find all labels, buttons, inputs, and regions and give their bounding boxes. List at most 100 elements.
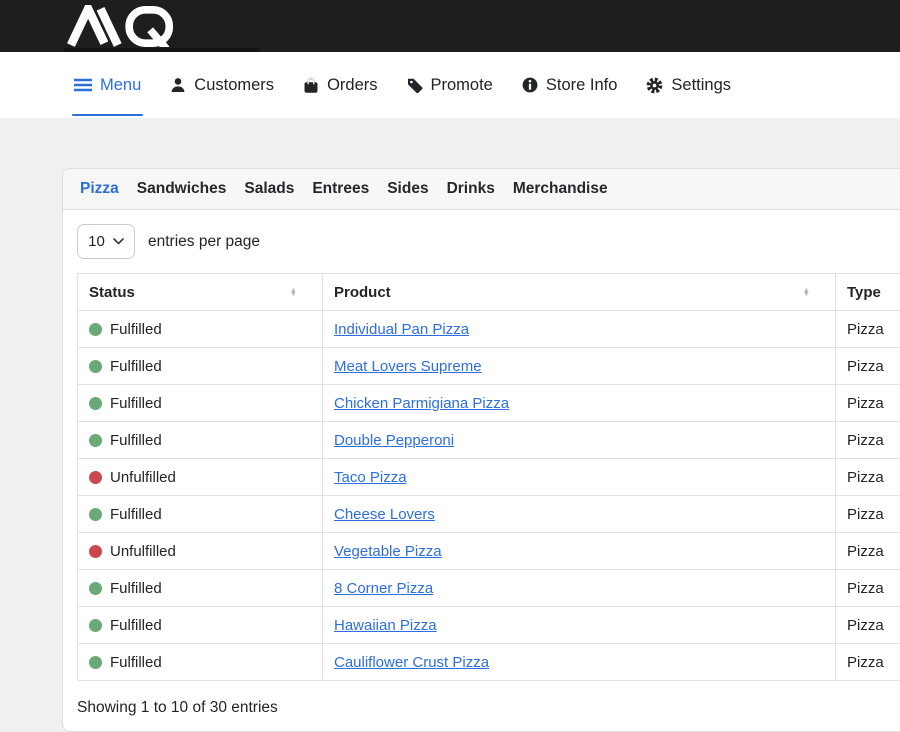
tab-sandwiches[interactable]: Sandwiches (137, 180, 227, 198)
type-cell: Pizza (836, 311, 900, 348)
status-label: Fulfilled (110, 321, 162, 338)
status-dot (89, 434, 102, 447)
nav-label: Customers (194, 76, 274, 95)
table-row: Unfulfilled Taco Pizza Pizza (78, 459, 900, 496)
table-summary: Showing 1 to 10 of 30 entries (77, 699, 900, 717)
sort-icon[interactable]: ▲▼ (290, 288, 311, 297)
status-dot (89, 545, 102, 558)
status-label: Fulfilled (110, 395, 162, 412)
product-cell: Chicken Parmigiana Pizza (323, 385, 836, 422)
product-link[interactable]: Individual Pan Pizza (334, 321, 469, 338)
status-cell: Fulfilled (78, 496, 323, 533)
tab-sides[interactable]: Sides (387, 180, 428, 198)
type-cell: Pizza (836, 422, 900, 459)
status-label: Fulfilled (110, 358, 162, 375)
status-cell: Fulfilled (78, 570, 323, 607)
nav-item-promote[interactable]: Promote (407, 52, 493, 118)
nav-item-menu[interactable]: Menu (74, 52, 141, 118)
product-cell: Hawaiian Pizza (323, 607, 836, 644)
app-logo (66, 5, 179, 47)
status-cell: Fulfilled (78, 385, 323, 422)
nav-item-settings[interactable]: Settings (646, 52, 731, 118)
type-cell: Pizza (836, 385, 900, 422)
product-link[interactable]: Meat Lovers Supreme (334, 358, 482, 375)
column-header-status[interactable]: Status ▲▼ (78, 274, 323, 311)
type-cell: Pizza (836, 570, 900, 607)
table-row: Fulfilled Double Pepperoni Pizza (78, 422, 900, 459)
menu-card: Pizza Sandwiches Salads Entrees Sides Dr… (62, 168, 900, 732)
product-cell: Taco Pizza (323, 459, 836, 496)
status-cell: Fulfilled (78, 422, 323, 459)
status-dot (89, 508, 102, 521)
product-cell: Cauliflower Crust Pizza (323, 644, 836, 681)
product-cell: Cheese Lovers (323, 496, 836, 533)
status-cell: Fulfilled (78, 311, 323, 348)
status-dot (89, 471, 102, 484)
type-cell: Pizza (836, 533, 900, 570)
product-link[interactable]: Taco Pizza (334, 469, 407, 486)
product-link[interactable]: Cauliflower Crust Pizza (334, 654, 489, 671)
product-cell: Vegetable Pizza (323, 533, 836, 570)
tab-drinks[interactable]: Drinks (447, 180, 495, 198)
tag-icon (407, 77, 423, 93)
status-label: Unfulfilled (110, 543, 176, 560)
tab-merchandise[interactable]: Merchandise (513, 180, 608, 198)
status-label: Fulfilled (110, 432, 162, 449)
chevron-down-icon (113, 238, 124, 245)
type-cell: Pizza (836, 644, 900, 681)
type-cell: Pizza (836, 496, 900, 533)
table-row: Fulfilled Cheese Lovers Pizza (78, 496, 900, 533)
app-header (0, 0, 900, 52)
nav-item-orders[interactable]: Orders (303, 52, 377, 118)
nav-label: Store Info (546, 76, 618, 95)
table-body: Fulfilled Individual Pan Pizza Pizza Ful… (78, 311, 900, 681)
status-label: Fulfilled (110, 506, 162, 523)
table-row: Fulfilled Hawaiian Pizza Pizza (78, 607, 900, 644)
tab-entrees[interactable]: Entrees (312, 180, 369, 198)
table-row: Fulfilled 8 Corner Pizza Pizza (78, 570, 900, 607)
product-link[interactable]: Vegetable Pizza (334, 543, 442, 560)
sort-icon[interactable]: ▲▼ (803, 288, 824, 297)
status-dot (89, 397, 102, 410)
table-row: Fulfilled Meat Lovers Supreme Pizza (78, 348, 900, 385)
product-cell: Individual Pan Pizza (323, 311, 836, 348)
bag-icon (303, 77, 319, 94)
status-cell: Unfulfilled (78, 533, 323, 570)
status-dot (89, 323, 102, 336)
product-link[interactable]: Chicken Parmigiana Pizza (334, 395, 509, 412)
status-label: Fulfilled (110, 617, 162, 634)
status-dot (89, 582, 102, 595)
status-dot (89, 656, 102, 669)
table-row: Unfulfilled Vegetable Pizza Pizza (78, 533, 900, 570)
product-link[interactable]: Hawaiian Pizza (334, 617, 437, 634)
type-cell: Pizza (836, 607, 900, 644)
type-cell: Pizza (836, 459, 900, 496)
table-row: Fulfilled Chicken Parmigiana Pizza Pizza (78, 385, 900, 422)
page-size-value: 10 (88, 233, 105, 250)
page-size-select[interactable]: 10 (77, 224, 135, 259)
product-cell: Meat Lovers Supreme (323, 348, 836, 385)
product-link[interactable]: Cheese Lovers (334, 506, 435, 523)
status-label: Unfulfilled (110, 469, 176, 486)
product-cell: Double Pepperoni (323, 422, 836, 459)
column-header-product[interactable]: Product ▲▼ (323, 274, 836, 311)
nav-label: Settings (671, 76, 731, 95)
status-dot (89, 360, 102, 373)
status-cell: Unfulfilled (78, 459, 323, 496)
main-nav: Menu Customers Orders Promote Store Info… (0, 52, 900, 118)
tab-salads[interactable]: Salads (244, 180, 294, 198)
status-label: Fulfilled (110, 580, 162, 597)
product-link[interactable]: 8 Corner Pizza (334, 580, 433, 597)
column-header-type[interactable]: Type (836, 274, 900, 311)
nav-item-customers[interactable]: Customers (170, 52, 274, 118)
info-icon (522, 77, 538, 93)
products-table: Status ▲▼ Product ▲▼ Type (77, 273, 900, 681)
status-cell: Fulfilled (78, 607, 323, 644)
hamburger-icon (74, 78, 92, 92)
card-body: 10 entries per page Status ▲▼ Product (63, 210, 900, 731)
product-link[interactable]: Double Pepperoni (334, 432, 454, 449)
nav-item-store-info[interactable]: Store Info (522, 52, 618, 118)
tab-pizza[interactable]: Pizza (80, 180, 119, 198)
product-cell: 8 Corner Pizza (323, 570, 836, 607)
status-label: Fulfilled (110, 654, 162, 671)
